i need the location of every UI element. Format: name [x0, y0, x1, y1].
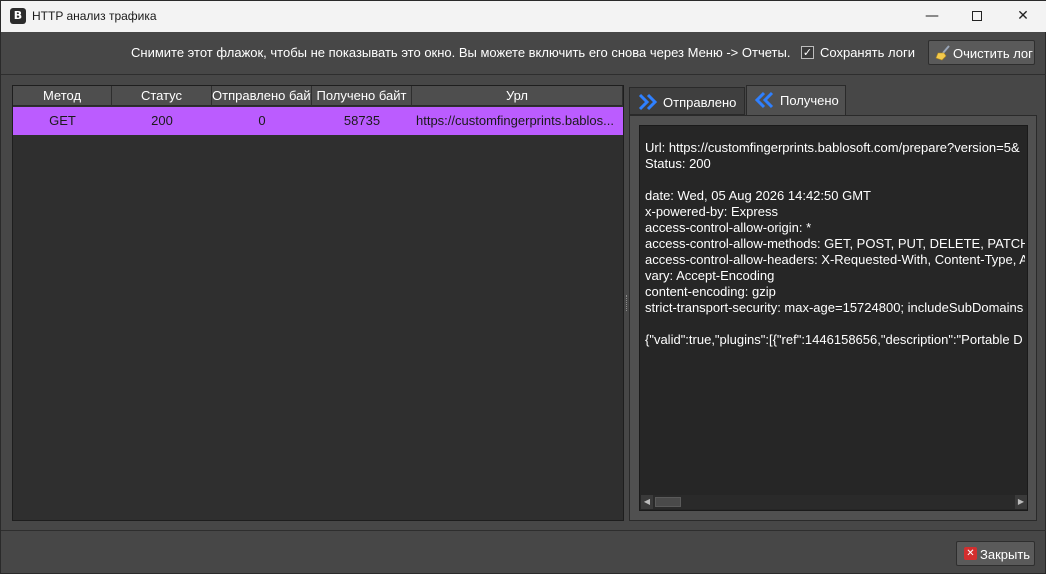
app-window: B HTTP анализ трафика — ✕ Снимите этот ф… [0, 0, 1046, 574]
maximize-icon [972, 11, 982, 21]
cell-url: https://customfingerprints.bablos... [416, 113, 614, 128]
cell-sent-bytes: 0 [258, 113, 266, 128]
broom-icon [935, 45, 950, 61]
horizontal-scrollbar[interactable]: ◀ ▶ [641, 495, 1027, 509]
close-button-label: Закрыть [980, 547, 1031, 562]
clear-log-button[interactable]: Очистить лог [928, 40, 1035, 65]
info-message: Снимите этот флажок, чтобы не показывать… [131, 45, 791, 60]
column-header-received-bytes[interactable]: Получено байт [312, 86, 412, 106]
close-window-button[interactable]: ✕ [1000, 1, 1046, 32]
cell-received-bytes: 58735 [343, 113, 381, 128]
pane-splitter-handle[interactable] [626, 295, 628, 311]
save-logs-checkbox[interactable]: ✓ [801, 46, 814, 59]
response-text: Url: https://customfingerprints.bablosof… [645, 140, 1025, 347]
tab-received[interactable]: Получено [746, 85, 846, 115]
requests-table: Метод Статус Отправлено байт Получено ба… [12, 85, 624, 521]
response-textarea[interactable]: Url: https://customfingerprints.bablosof… [639, 125, 1028, 511]
minimize-button[interactable]: — [909, 1, 955, 32]
column-header-sent-bytes[interactable]: Отправлено байт [212, 86, 312, 106]
double-chevron-left-icon [755, 91, 774, 109]
clear-log-label: Очистить лог [953, 46, 1033, 61]
close-button[interactable]: ✕ Закрыть [956, 541, 1035, 566]
received-panel: Url: https://customfingerprints.bablosof… [629, 115, 1037, 521]
scrollbar-thumb[interactable] [655, 497, 681, 507]
save-logs-label[interactable]: Сохранять логи [820, 45, 915, 60]
double-chevron-right-icon [638, 93, 658, 111]
table-header: Метод Статус Отправлено байт Получено ба… [13, 86, 623, 106]
scroll-right-icon[interactable]: ▶ [1015, 495, 1027, 509]
footer-divider [1, 530, 1046, 531]
scroll-left-icon[interactable]: ◀ [641, 495, 653, 509]
tab-received-label: Получено [780, 93, 839, 108]
title-bar[interactable]: B HTTP анализ трафика — ✕ [1, 1, 1046, 32]
column-header-status[interactable]: Статус [112, 86, 212, 106]
table-row[interactable]: GET 200 0 58735 https://customfingerprin… [13, 107, 623, 135]
app-logo-icon: B [10, 8, 26, 24]
cell-method: GET [49, 113, 76, 128]
maximize-button[interactable] [954, 1, 1000, 32]
close-icon: ✕ [964, 547, 977, 560]
toolbar-divider [1, 74, 1046, 75]
detail-tabs: Отправлено Получено [629, 85, 1037, 115]
window-title: HTTP анализ трафика [32, 9, 157, 23]
column-header-method[interactable]: Метод [13, 86, 112, 106]
column-header-url[interactable]: Урл [412, 86, 623, 106]
tab-sent[interactable]: Отправлено [629, 87, 745, 115]
tab-sent-label: Отправлено [663, 95, 737, 110]
cell-status: 200 [151, 113, 173, 128]
